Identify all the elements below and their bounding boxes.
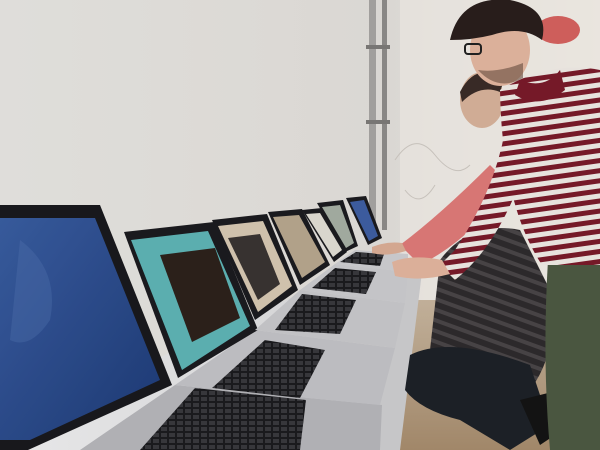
photo-scene (0, 0, 600, 450)
photo-illustration (0, 0, 600, 450)
vignette (0, 0, 600, 450)
